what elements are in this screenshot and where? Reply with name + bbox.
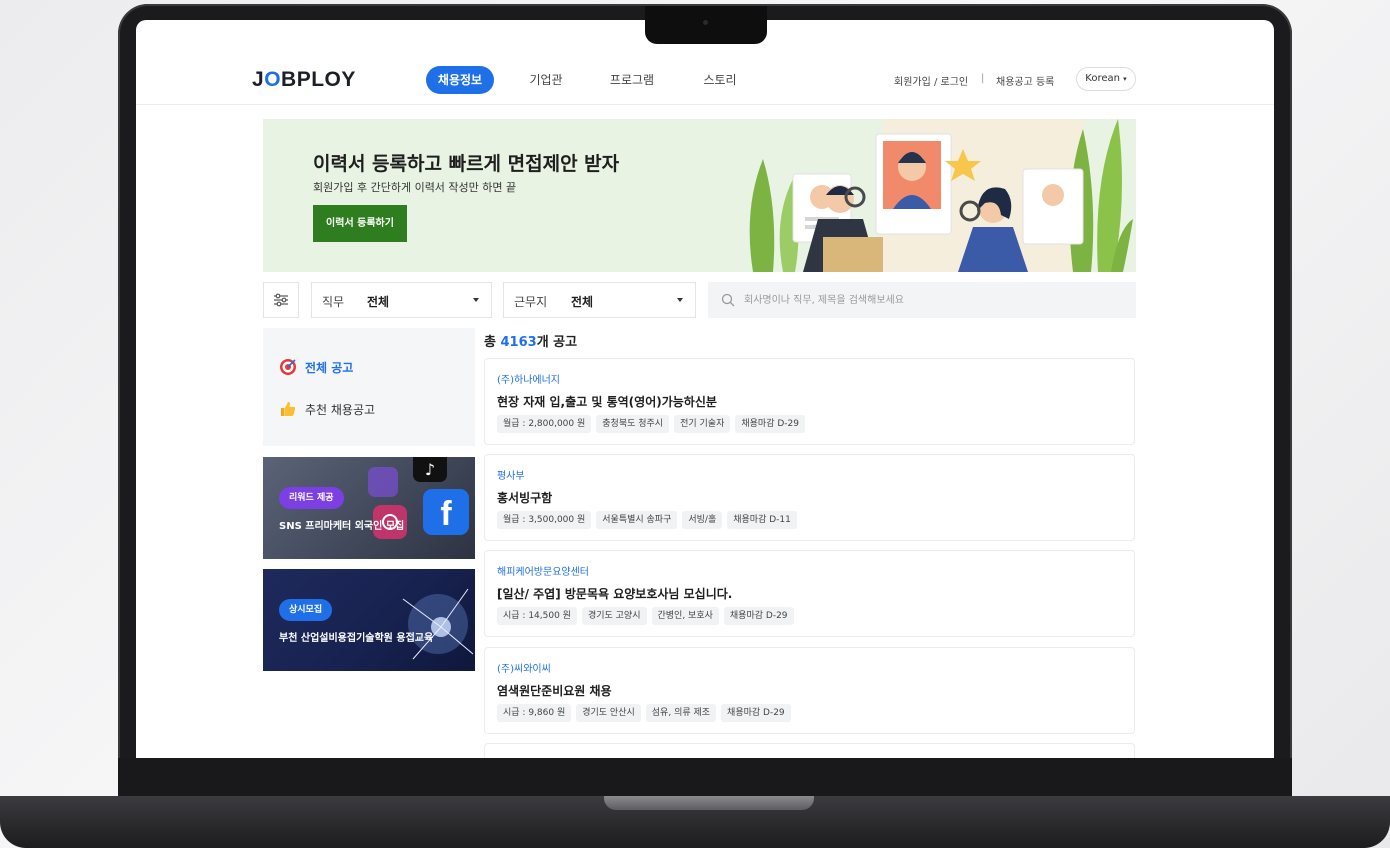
- filter-bar: 직무 전체 근무지 전체: [263, 282, 1136, 318]
- lid-opening-groove: [604, 796, 814, 810]
- job-category-label: 직무: [322, 295, 345, 309]
- svg-text:f: f: [440, 495, 452, 533]
- language-value: Korean: [1085, 73, 1120, 84]
- job-company[interactable]: 해피케어방문요양센터: [497, 563, 589, 578]
- screen-bottom-bezel: [118, 758, 1292, 798]
- thumbs-up-icon: [281, 402, 296, 416]
- job-title[interactable]: 현장 자재 입,출고 및 통역(영어)가능하신분: [497, 393, 717, 410]
- ad-banner-sns-marketer[interactable]: ♪ f 리워드 제공 SNS 프리마케터 외국인 모집: [263, 457, 475, 559]
- tab-job-info[interactable]: 채용정보: [426, 66, 494, 94]
- job-card[interactable]: (주)하나에너지 현장 자재 입,출고 및 통역(영어)가능하신분 월급 : 2…: [484, 358, 1135, 445]
- category-panel: 전체 공고 추천 채용공고: [263, 328, 475, 446]
- ad-title: 부천 산업설비용접기술학원 용접교육: [279, 633, 434, 644]
- job-title[interactable]: 홍서빙구함: [497, 489, 552, 506]
- top-navigation: JOBPLOY 채용정보 기업관 프로그램 스토리 회원가입 / 로그인 | 채…: [136, 60, 1274, 100]
- ad-badge: 리워드 제공: [279, 487, 344, 509]
- job-card[interactable]: 평사부 홍서빙구함 월급 : 3,500,000 원 서울특별시 송파구 서빙/…: [484, 454, 1135, 541]
- sidebar-item-label: 전체 공고: [305, 360, 354, 375]
- sidebar-item-label: 추천 채용공고: [305, 402, 376, 417]
- job-tag-pay: 월급 : 2,800,000 원: [497, 415, 592, 433]
- job-tag-pay: 월급 : 3,500,000 원: [497, 511, 592, 529]
- tab-stories[interactable]: 스토리: [696, 66, 744, 94]
- jobploy-logo[interactable]: JOBPLOY: [252, 68, 356, 92]
- svg-text:♪: ♪: [425, 460, 435, 479]
- job-title[interactable]: [일산/ 주엽] 방문목욕 요양보호사님 모십니다.: [497, 585, 732, 602]
- job-company[interactable]: (주)씨와이씨: [497, 660, 551, 675]
- resume-banner[interactable]: 이력서 등록하고 빠르게 면접제안 받자 회원가입 후 간단하게 이력서 작성만…: [263, 119, 1136, 272]
- total-count-number: 4163: [500, 335, 537, 350]
- job-card[interactable]: 해피케어방문요양센터 [일산/ 주엽] 방문목욕 요양보호사님 모십니다. 시급…: [484, 550, 1135, 637]
- job-category-value: 전체: [367, 295, 390, 309]
- location-select[interactable]: 근무지 전체: [503, 282, 696, 318]
- laptop-base: [0, 796, 1390, 848]
- chevron-down-icon: [473, 298, 479, 302]
- job-company[interactable]: 평사부: [497, 467, 525, 482]
- search-box[interactable]: [708, 282, 1136, 318]
- job-tag-category: 섬유, 의류 제조: [645, 704, 717, 722]
- tab-programs[interactable]: 프로그램: [602, 66, 662, 94]
- job-tags: 월급 : 3,500,000 원 서울특별시 송파구 서빙/홀 채용마감 D-1…: [497, 511, 797, 529]
- filter-settings-button[interactable]: [263, 282, 299, 318]
- laptop-notch: [645, 6, 767, 44]
- sidebar-item-recommended[interactable]: 추천 채용공고: [279, 398, 375, 420]
- job-tag-category: 간병인, 보호사: [651, 607, 719, 625]
- search-input[interactable]: [744, 282, 1124, 318]
- job-card-partial[interactable]: [484, 743, 1135, 758]
- banner-subtitle: 회원가입 후 간단하게 이력서 작성만 하면 끝: [313, 181, 517, 194]
- job-tag-deadline: 채용마감 D-11: [727, 511, 797, 529]
- banner-title: 이력서 등록하고 빠르게 면접제안 받자: [313, 153, 620, 175]
- header-divider: [136, 104, 1274, 105]
- chevron-down-icon: ▾: [1123, 75, 1127, 83]
- job-tag-category: 전기 기술자: [674, 415, 731, 433]
- total-count: 총 4163개 공고: [484, 335, 578, 350]
- job-tag-deadline: 채용마감 D-29: [721, 704, 791, 722]
- language-select[interactable]: Korean ▾: [1076, 67, 1136, 91]
- location-label: 근무지: [514, 295, 548, 309]
- job-tags: 시급 : 9,860 원 경기도 안산시 섬유, 의류 제조 채용마감 D-29: [497, 704, 791, 722]
- target-icon: [280, 359, 296, 375]
- job-company[interactable]: (주)하나에너지: [497, 371, 560, 386]
- search-icon: [721, 293, 735, 307]
- location-value: 전체: [571, 295, 594, 309]
- screen: JOBPLOY 채용정보 기업관 프로그램 스토리 회원가입 / 로그인 | 채…: [136, 20, 1274, 758]
- post-job-link[interactable]: 채용공고 등록: [996, 73, 1054, 88]
- ad-badge: 상시모집: [279, 599, 333, 621]
- job-tag-location: 경기도 고양시: [581, 607, 647, 625]
- tab-companies[interactable]: 기업관: [520, 66, 572, 94]
- job-tag-location: 서울특별시 송파구: [596, 511, 678, 529]
- job-tags: 월급 : 2,800,000 원 충청북도 청주시 전기 기술자 채용마감 D-…: [497, 415, 805, 433]
- job-tag-deadline: 채용마감 D-29: [735, 415, 805, 433]
- camera-icon: [703, 20, 708, 25]
- job-category-select[interactable]: 직무 전체: [311, 282, 492, 318]
- job-tag-category: 서빙/홀: [682, 511, 723, 529]
- job-card[interactable]: (주)씨와이씨 염색원단준비요원 채용 시급 : 9,860 원 경기도 안산시…: [484, 647, 1135, 734]
- sliders-icon: [274, 293, 288, 307]
- chevron-down-icon: [677, 298, 683, 302]
- job-tag-pay: 시급 : 9,860 원: [497, 704, 572, 722]
- job-tag-location: 경기도 안산시: [576, 704, 641, 722]
- util-separator: |: [981, 73, 985, 84]
- ad-banner-welding-academy[interactable]: 상시모집 부천 산업설비용접기술학원 용접교육: [263, 569, 475, 671]
- job-tag-deadline: 채용마감 D-29: [723, 607, 794, 625]
- signup-login-link[interactable]: 회원가입 / 로그인: [894, 73, 968, 88]
- job-tags: 시급 : 14,500 원 경기도 고양시 간병인, 보호사 채용마감 D-29: [497, 607, 794, 625]
- recruiters-illustration: [749, 119, 1133, 272]
- job-tag-pay: 시급 : 14,500 원: [497, 607, 577, 625]
- job-tag-location: 충청북도 청주시: [596, 415, 670, 433]
- sidebar-item-all-jobs[interactable]: 전체 공고: [279, 356, 353, 378]
- ad-title: SNS 프리마케터 외국인 모집: [279, 521, 405, 532]
- register-resume-button[interactable]: 이력서 등록하기: [313, 205, 407, 242]
- job-title[interactable]: 염색원단준비요원 채용: [497, 682, 612, 699]
